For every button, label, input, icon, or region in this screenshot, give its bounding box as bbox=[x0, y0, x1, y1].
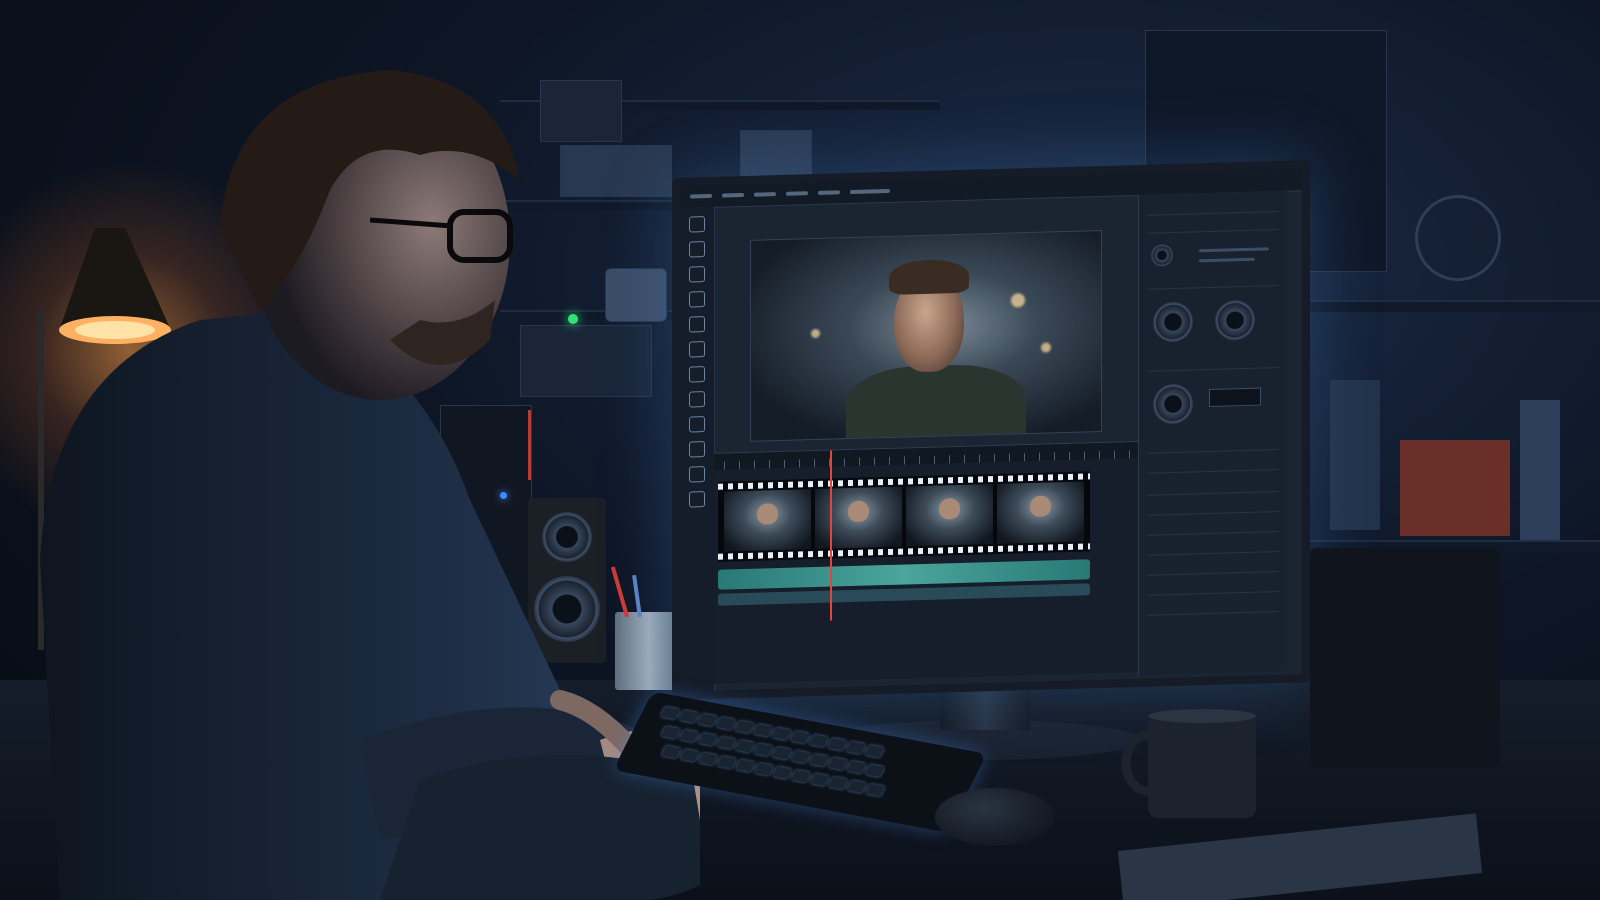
mouse-icon bbox=[935, 788, 1055, 846]
ruler-tick bbox=[859, 457, 860, 466]
mug-icon bbox=[1121, 709, 1256, 818]
clip-thumbnail bbox=[997, 481, 1084, 544]
video-editor-screen bbox=[680, 168, 1302, 700]
ruler-tick bbox=[889, 456, 890, 465]
ruler-tick bbox=[1054, 452, 1055, 461]
shelf bbox=[1270, 300, 1600, 312]
ruler-tick bbox=[1039, 452, 1040, 461]
timeline-panel bbox=[714, 440, 1138, 684]
clip-thumbnail bbox=[906, 484, 993, 547]
clip-thumbnail bbox=[724, 489, 811, 552]
clip-thumbnail bbox=[815, 486, 902, 550]
ruler-tick bbox=[994, 453, 995, 463]
timeline-ruler bbox=[714, 441, 1138, 470]
ruler-tick bbox=[964, 454, 965, 463]
ruler-tick bbox=[1009, 453, 1010, 462]
ruler-tick bbox=[784, 459, 785, 468]
ruler-tick bbox=[949, 455, 950, 464]
program-monitor bbox=[750, 229, 1102, 442]
book-stack bbox=[1400, 440, 1510, 536]
playhead bbox=[830, 450, 832, 621]
ruler-tick bbox=[979, 454, 980, 463]
speaker bbox=[1310, 548, 1500, 768]
ruler-tick bbox=[724, 461, 725, 470]
book bbox=[1330, 380, 1380, 530]
ruler-tick bbox=[904, 456, 905, 465]
ruler-tick bbox=[1069, 451, 1070, 460]
ruler-tick bbox=[1099, 451, 1100, 460]
ruler-tick bbox=[1084, 451, 1085, 460]
ruler-tick bbox=[1129, 450, 1130, 459]
ruler-tick bbox=[1024, 453, 1025, 462]
ruler-tick bbox=[934, 455, 935, 464]
ruler-tick bbox=[919, 456, 920, 465]
ruler-tick bbox=[799, 459, 800, 468]
monitor-icon bbox=[672, 160, 1310, 700]
book bbox=[1520, 400, 1560, 540]
ruler-tick bbox=[814, 459, 815, 468]
ruler-tick bbox=[739, 461, 740, 470]
ruler-tick bbox=[1114, 450, 1115, 459]
ruler-tick bbox=[754, 460, 755, 469]
ruler-tick bbox=[874, 457, 875, 466]
video-track bbox=[718, 471, 1090, 562]
ruler-tick bbox=[769, 460, 770, 469]
ruler-tick bbox=[844, 458, 845, 467]
wall-fan bbox=[1415, 195, 1501, 281]
inspector-panel bbox=[1138, 190, 1287, 675]
photo-scene bbox=[0, 0, 1600, 900]
person-editing bbox=[40, 70, 700, 900]
